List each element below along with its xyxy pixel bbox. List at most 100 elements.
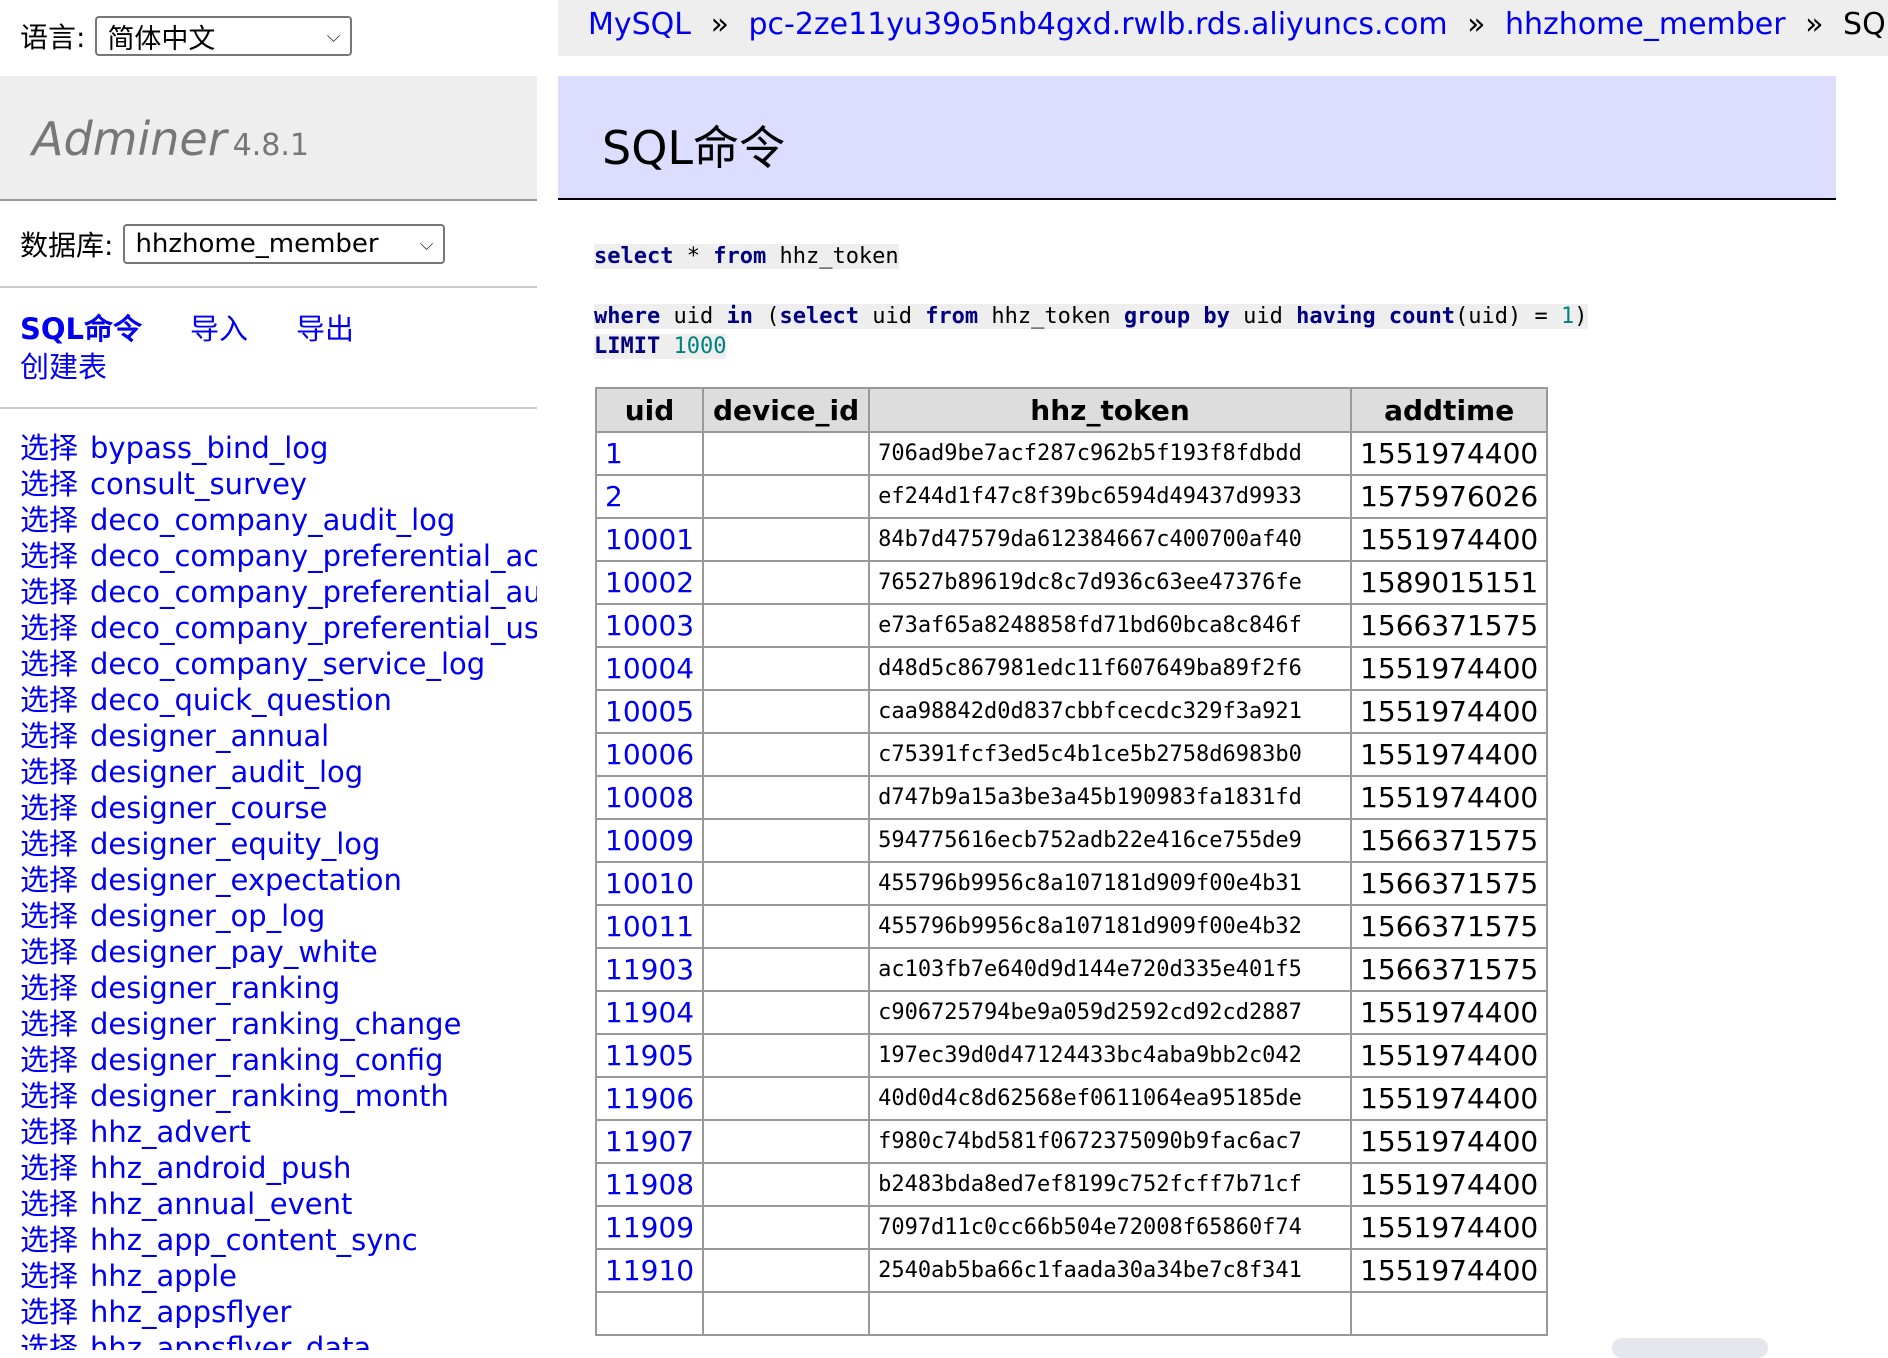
- table-name-link[interactable]: designer_audit_log: [90, 755, 363, 789]
- select-table-link[interactable]: 选择: [20, 1295, 78, 1329]
- table-list-item: 选择 hhz_android_push: [20, 1150, 537, 1186]
- table-row: 11910 2540ab5ba66c1faada30a34be7c8f341 155…: [594, 1248, 1549, 1293]
- select-table-link[interactable]: 选择: [20, 899, 78, 933]
- table-name-link[interactable]: deco_company_preferential_ac: [90, 539, 537, 573]
- row-edit-link[interactable]: 11905: [605, 1039, 694, 1072]
- row-edit-link[interactable]: 11903: [605, 953, 694, 986]
- select-table-link[interactable]: 选择: [20, 827, 78, 861]
- table-name-link[interactable]: designer_equity_log: [90, 827, 380, 861]
- select-table-link[interactable]: 选择: [20, 503, 78, 537]
- row-edit-link[interactable]: 11904: [605, 996, 694, 1029]
- table-name-link[interactable]: designer_pay_white: [90, 935, 378, 969]
- app-logo[interactable]: Adminer 4.8.1: [32, 112, 309, 166]
- table-list-item: 选择 designer_equity_log: [20, 826, 537, 862]
- select-table-link[interactable]: 选择: [20, 467, 78, 501]
- table-name-link[interactable]: designer_ranking_change: [90, 1007, 461, 1041]
- table-name-link[interactable]: hhz_app_content_sync: [90, 1223, 418, 1257]
- create-table-link[interactable]: 创建表: [20, 350, 107, 384]
- table-name-link[interactable]: designer_course: [90, 791, 327, 825]
- table-name-link[interactable]: hhz_appsflyer_data: [90, 1331, 371, 1350]
- table-name-link[interactable]: deco_company_audit_log: [90, 503, 455, 537]
- select-table-link[interactable]: 选择: [20, 539, 78, 573]
- select-table-link[interactable]: 选择: [20, 755, 78, 789]
- export-link[interactable]: 导出: [296, 312, 354, 346]
- select-table-link[interactable]: 选择: [20, 935, 78, 969]
- table-name-link[interactable]: consult_survey: [90, 467, 307, 501]
- select-table-link[interactable]: 选择: [20, 1187, 78, 1221]
- select-table-link[interactable]: 选择: [20, 1115, 78, 1149]
- table-name-link[interactable]: designer_ranking: [90, 971, 340, 1005]
- row-edit-link[interactable]: 10005: [605, 695, 694, 728]
- select-table-link[interactable]: 选择: [20, 1043, 78, 1077]
- select-table-link[interactable]: 选择: [20, 1259, 78, 1293]
- select-table-link[interactable]: 选择: [20, 1331, 78, 1350]
- sql-command-link[interactable]: SQL命令: [20, 312, 142, 346]
- row-edit-link[interactable]: 10009: [605, 824, 694, 857]
- select-table-link[interactable]: 选择: [20, 611, 78, 645]
- row-edit-link[interactable]: 10011: [605, 910, 694, 943]
- cell-device-id: [702, 474, 871, 519]
- table-row: 10002 76527b89619dc8c7d936c63ee47376fe 158…: [594, 560, 1549, 605]
- row-edit-link[interactable]: 11909: [605, 1211, 694, 1244]
- table-name-link[interactable]: designer_op_log: [90, 899, 325, 933]
- row-edit-link[interactable]: 10010: [605, 867, 694, 900]
- row-edit-link[interactable]: 1: [605, 437, 623, 470]
- row-edit-link[interactable]: 11910: [605, 1254, 694, 1287]
- row-edit-link[interactable]: 10008: [605, 781, 694, 814]
- select-table-link[interactable]: 选择: [20, 971, 78, 1005]
- breadcrumb-server[interactable]: pc-2ze11yu39o5nb4gxd.rwlb.rds.aliyuncs.c…: [748, 7, 1447, 42]
- select-table-link[interactable]: 选择: [20, 575, 78, 609]
- import-link[interactable]: 导入: [190, 312, 248, 346]
- row-edit-link[interactable]: 10002: [605, 566, 694, 599]
- table-name-link[interactable]: bypass_bind_log: [90, 431, 328, 465]
- table-name-link[interactable]: hhz_annual_event: [90, 1187, 352, 1221]
- app-name: Adminer: [32, 112, 227, 166]
- table-name-link[interactable]: hhz_advert: [90, 1115, 251, 1149]
- select-table-link[interactable]: 选择: [20, 683, 78, 717]
- table-name-link[interactable]: deco_company_preferential_us: [90, 611, 537, 645]
- column-header-hhz-token[interactable]: hhz_token: [868, 387, 1353, 433]
- column-header-addtime[interactable]: addtime: [1350, 387, 1549, 433]
- row-edit-link[interactable]: 11906: [605, 1082, 694, 1115]
- select-table-link[interactable]: 选择: [20, 863, 78, 897]
- table-row: 11903 ac103fb7e640d9d144e720d335e401f5 156…: [594, 947, 1549, 992]
- select-table-link[interactable]: 选择: [20, 1151, 78, 1185]
- row-edit-link[interactable]: 10003: [605, 609, 694, 642]
- table-name-link[interactable]: designer_expectation: [90, 863, 402, 897]
- select-table-link[interactable]: 选择: [20, 1007, 78, 1041]
- row-edit-link[interactable]: 10006: [605, 738, 694, 771]
- row-edit-link[interactable]: 2: [605, 480, 623, 513]
- table-row: 1 706ad9be7acf287c962b5f193f8fdbdd 1551974…: [594, 431, 1549, 476]
- row-edit-link[interactable]: 11907: [605, 1125, 694, 1158]
- logo-panel: Adminer 4.8.1: [0, 76, 537, 201]
- breadcrumb-database[interactable]: hhzhome_member: [1505, 7, 1786, 42]
- cell-addtime: 1566371575: [1350, 947, 1549, 992]
- select-table-link[interactable]: 选择: [20, 647, 78, 681]
- table-name-link[interactable]: deco_quick_question: [90, 683, 392, 717]
- table-name-link[interactable]: hhz_appsflyer: [90, 1295, 291, 1329]
- cell-uid: 11904: [594, 990, 705, 1035]
- column-header-uid[interactable]: uid: [594, 387, 705, 433]
- row-edit-link[interactable]: 10004: [605, 652, 694, 685]
- cell-device-id: [702, 1162, 871, 1207]
- select-table-link[interactable]: 选择: [20, 1079, 78, 1113]
- select-table-link[interactable]: 选择: [20, 719, 78, 753]
- table-name-link[interactable]: deco_company_service_log: [90, 647, 485, 681]
- row-edit-link[interactable]: 10001: [605, 523, 694, 556]
- language-select[interactable]: 简体中文 ⌵: [95, 16, 353, 56]
- select-table-link[interactable]: 选择: [20, 1223, 78, 1257]
- table-name-link[interactable]: hhz_android_push: [90, 1151, 351, 1185]
- table-name-link[interactable]: designer_ranking_month: [90, 1079, 449, 1113]
- table-name-link[interactable]: designer_annual: [90, 719, 329, 753]
- cell-addtime: 1551974400: [1350, 1205, 1549, 1250]
- table-name-link[interactable]: hhz_apple: [90, 1259, 237, 1293]
- breadcrumb-driver[interactable]: MySQL: [588, 7, 691, 42]
- column-header-device-id[interactable]: device_id: [702, 387, 871, 433]
- row-edit-link[interactable]: 11908: [605, 1168, 694, 1201]
- select-table-link[interactable]: 选择: [20, 431, 78, 465]
- table-name-link[interactable]: deco_company_preferential_au: [90, 575, 537, 609]
- table-name-link[interactable]: designer_ranking_config: [90, 1043, 443, 1077]
- cell-addtime: 1551974400: [1350, 689, 1549, 734]
- select-table-link[interactable]: 选择: [20, 791, 78, 825]
- database-select[interactable]: hhzhome_member ⌵: [123, 224, 446, 264]
